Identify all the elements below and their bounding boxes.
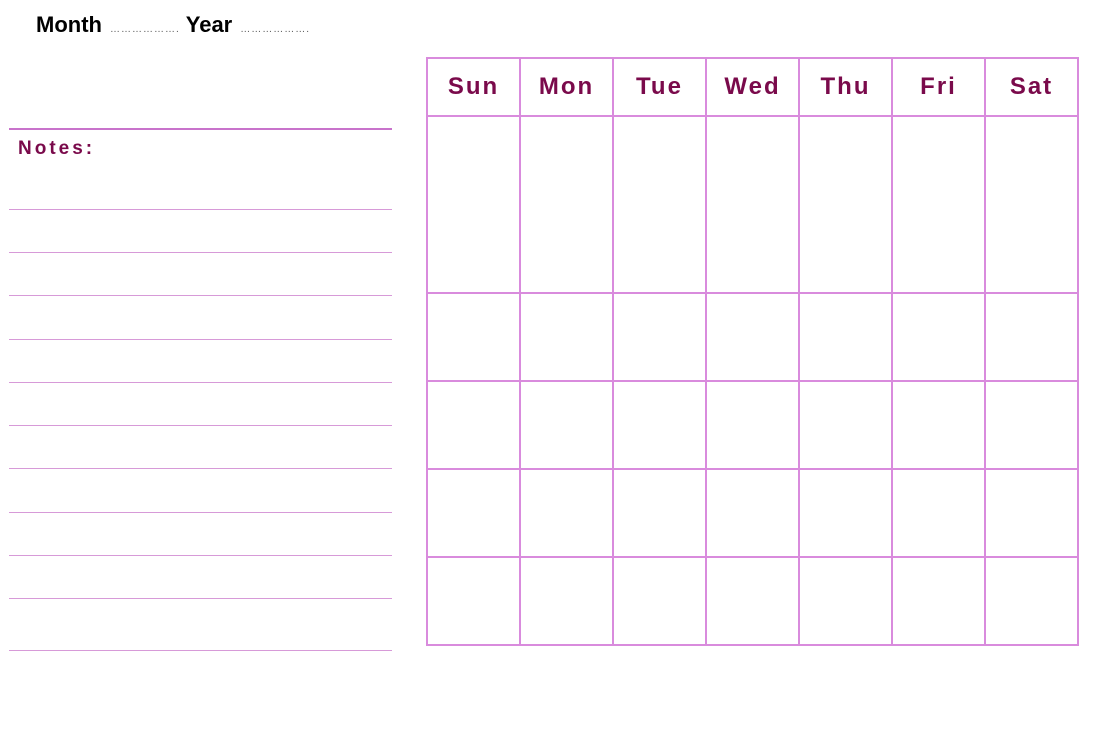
day-cell[interactable] xyxy=(798,556,893,646)
day-cell[interactable] xyxy=(426,292,521,382)
day-cell[interactable] xyxy=(519,468,614,558)
notes-top-rule xyxy=(9,128,392,130)
day-cell[interactable] xyxy=(426,380,521,470)
day-cell[interactable] xyxy=(612,556,707,646)
day-header-sat: Sat xyxy=(984,57,1079,117)
week-row xyxy=(426,380,1079,470)
day-cell[interactable] xyxy=(984,556,1079,646)
day-cell[interactable] xyxy=(984,468,1079,558)
day-header-sun: Sun xyxy=(426,57,521,117)
day-cell[interactable] xyxy=(519,556,614,646)
notes-line[interactable] xyxy=(9,425,392,426)
notes-line[interactable] xyxy=(9,555,392,556)
day-cell[interactable] xyxy=(426,556,521,646)
day-cell[interactable] xyxy=(705,115,800,294)
day-cell[interactable] xyxy=(891,115,986,294)
day-cell[interactable] xyxy=(984,380,1079,470)
week-row xyxy=(426,115,1079,294)
notes-line[interactable] xyxy=(9,512,392,513)
month-blank[interactable]: ………………. xyxy=(110,24,180,35)
day-cell[interactable] xyxy=(612,115,707,294)
notes-line[interactable] xyxy=(9,468,392,469)
day-cell[interactable] xyxy=(705,556,800,646)
day-cell[interactable] xyxy=(705,468,800,558)
week-row xyxy=(426,556,1079,646)
calendar-grid: Sun Mon Tue Wed Thu Fri Sat xyxy=(426,57,1079,646)
day-cell[interactable] xyxy=(705,380,800,470)
notes-label: Notes: xyxy=(18,138,96,159)
day-cell[interactable] xyxy=(519,380,614,470)
day-cell[interactable] xyxy=(984,115,1079,294)
year-label: Year xyxy=(185,12,233,37)
day-cell[interactable] xyxy=(891,556,986,646)
day-cell[interactable] xyxy=(891,380,986,470)
day-cell[interactable] xyxy=(891,292,986,382)
notes-line[interactable] xyxy=(9,339,392,340)
day-cell[interactable] xyxy=(426,468,521,558)
week-row xyxy=(426,292,1079,382)
day-cell[interactable] xyxy=(612,468,707,558)
day-cell[interactable] xyxy=(705,292,800,382)
day-cell[interactable] xyxy=(798,115,893,294)
week-row xyxy=(426,468,1079,558)
day-header-mon: Mon xyxy=(519,57,614,117)
notes-line[interactable] xyxy=(9,382,392,383)
notes-line[interactable] xyxy=(9,209,392,210)
month-year-header: Month ………………. Year ………………. xyxy=(36,12,316,38)
day-cell[interactable] xyxy=(612,292,707,382)
day-header-fri: Fri xyxy=(891,57,986,117)
year-blank[interactable]: ………………. xyxy=(240,24,310,35)
day-cell[interactable] xyxy=(519,292,614,382)
notes-line[interactable] xyxy=(9,295,392,296)
day-header-thu: Thu xyxy=(798,57,893,117)
day-header-tue: Tue xyxy=(612,57,707,117)
day-cell[interactable] xyxy=(798,380,893,470)
day-cell[interactable] xyxy=(426,115,521,294)
notes-line[interactable] xyxy=(9,650,392,651)
day-cell[interactable] xyxy=(798,292,893,382)
day-cell[interactable] xyxy=(798,468,893,558)
day-header-wed: Wed xyxy=(705,57,800,117)
notes-line[interactable] xyxy=(9,252,392,253)
notes-line[interactable] xyxy=(9,598,392,599)
day-cell[interactable] xyxy=(984,292,1079,382)
day-cell[interactable] xyxy=(612,380,707,470)
month-label: Month xyxy=(36,12,102,37)
day-cell[interactable] xyxy=(519,115,614,294)
day-cell[interactable] xyxy=(891,468,986,558)
